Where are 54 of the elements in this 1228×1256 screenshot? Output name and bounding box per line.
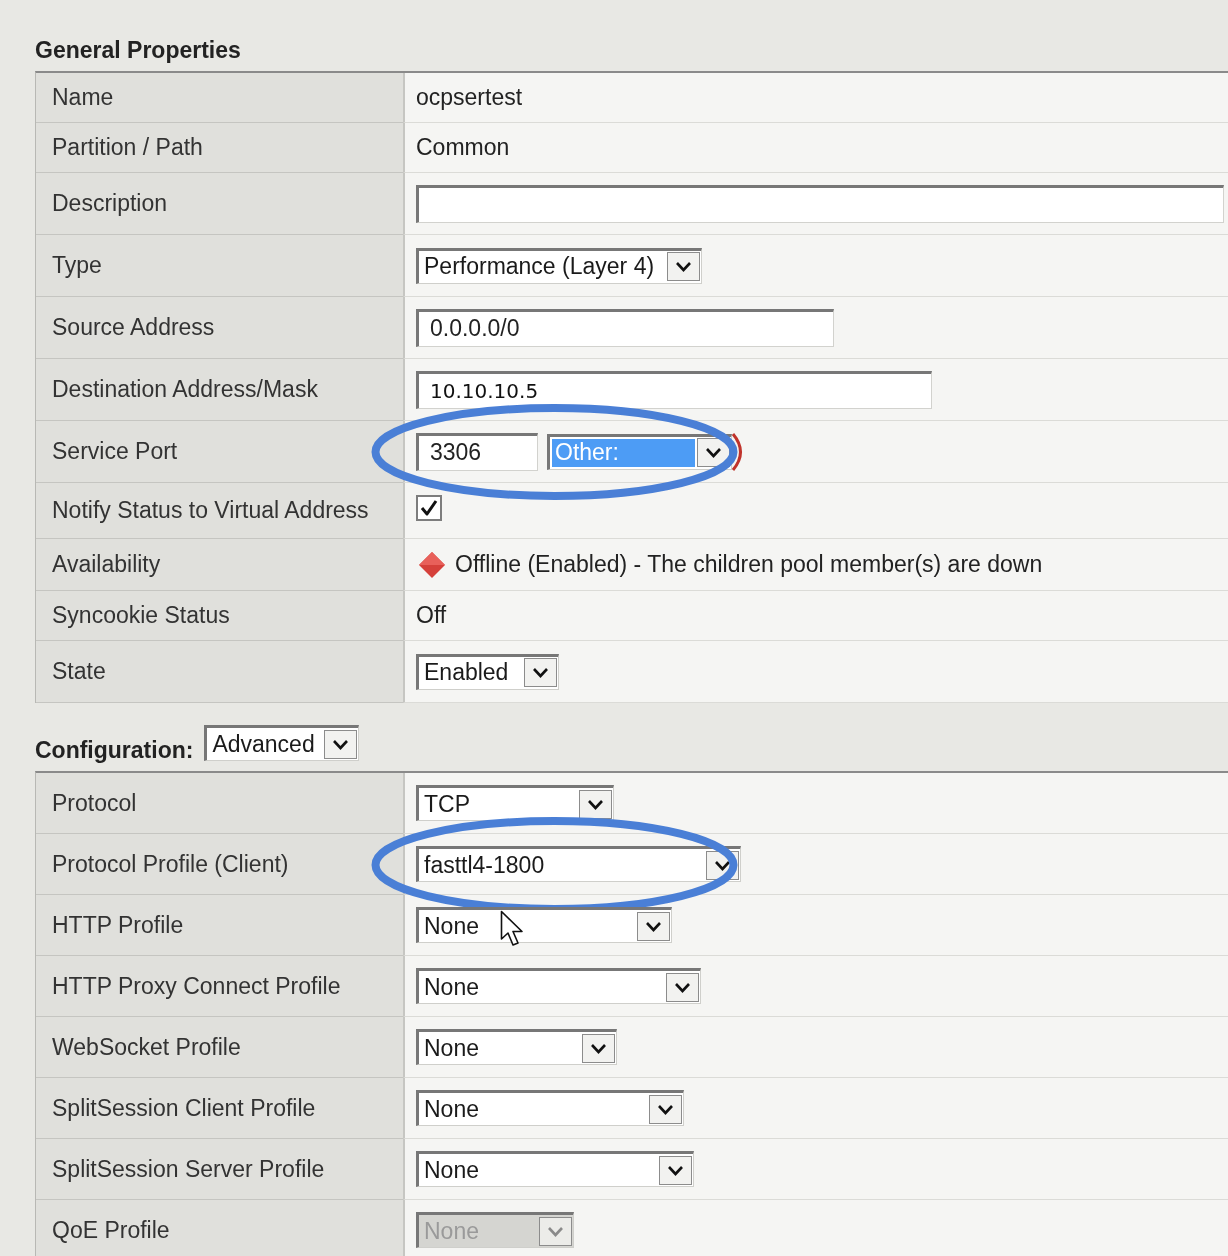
chevron-down-icon [697, 438, 730, 467]
text-field[interactable]: 0.0.0.0/0 [416, 308, 834, 347]
text-field[interactable]: 10.10.10.5 [416, 370, 932, 409]
dropdown[interactable]: None [416, 1029, 617, 1065]
field-label: Destination Address/Mask [52, 375, 318, 405]
chevron-down-icon [667, 252, 700, 281]
dropdown[interactable]: Enabled [416, 653, 559, 690]
field-label: Partition / Path [52, 133, 203, 163]
text-field[interactable] [416, 184, 1224, 223]
chevron-down-icon [666, 972, 699, 1002]
field-label: HTTP Profile [52, 910, 184, 940]
field-label: SplitSession Server Profile [52, 1154, 325, 1184]
field-label: SplitSession Client Profile [52, 1093, 316, 1123]
section-heading: General Properties [35, 36, 241, 64]
field-label: Service Port [52, 437, 178, 467]
dropdown[interactable]: None [416, 1151, 694, 1187]
status-text: Offline (Enabled) - The children pool member(s) are down [455, 550, 1043, 580]
checkbox[interactable] [416, 495, 442, 521]
chevron-down-icon [659, 1155, 692, 1185]
dropdown[interactable]: None [416, 907, 672, 943]
chevron-down-icon [324, 729, 358, 759]
dropdown[interactable]: None [416, 968, 701, 1004]
field-label: Notify Status to Virtual Address [52, 496, 369, 526]
field-label: Source Address [52, 313, 215, 343]
field-label: Name [52, 83, 114, 113]
chevron-down-icon [539, 1216, 572, 1246]
field-value: Off [416, 601, 447, 631]
dropdown: None [416, 1212, 574, 1248]
field-value: ocpsertest [416, 83, 523, 113]
chevron-down-icon [637, 911, 670, 941]
field-label: WebSocket Profile [52, 1032, 241, 1062]
dropdown[interactable]: Advanced [204, 725, 360, 761]
dropdown[interactable]: Performance (Layer 4) [416, 247, 702, 284]
field-label: QoE Profile [52, 1215, 170, 1245]
chevron-down-icon [582, 1033, 615, 1063]
field-label: Protocol Profile (Client) [52, 849, 289, 879]
field-value: Common [416, 133, 510, 163]
chevron-down-icon [579, 789, 612, 819]
field-label: Availability [52, 550, 161, 580]
field-label: Syncookie Status [52, 601, 230, 631]
field-label: Protocol [52, 788, 137, 818]
chevron-down-icon [524, 658, 557, 687]
diamond-status-icon [418, 550, 446, 579]
text-field[interactable]: 3306 [416, 432, 538, 471]
checkmark-icon [419, 498, 439, 518]
dropdown[interactable]: None [416, 1090, 684, 1126]
field-label: Type [52, 251, 102, 281]
dropdown[interactable]: TCP [416, 785, 614, 821]
chevron-down-icon [649, 1094, 682, 1124]
section-heading: Configuration: [35, 736, 194, 764]
dropdown[interactable]: fasttl4-1800 [416, 846, 741, 882]
field-label: HTTP Proxy Connect Profile [52, 971, 341, 1001]
field-label: State [52, 657, 106, 687]
field-label: Description [52, 189, 168, 219]
